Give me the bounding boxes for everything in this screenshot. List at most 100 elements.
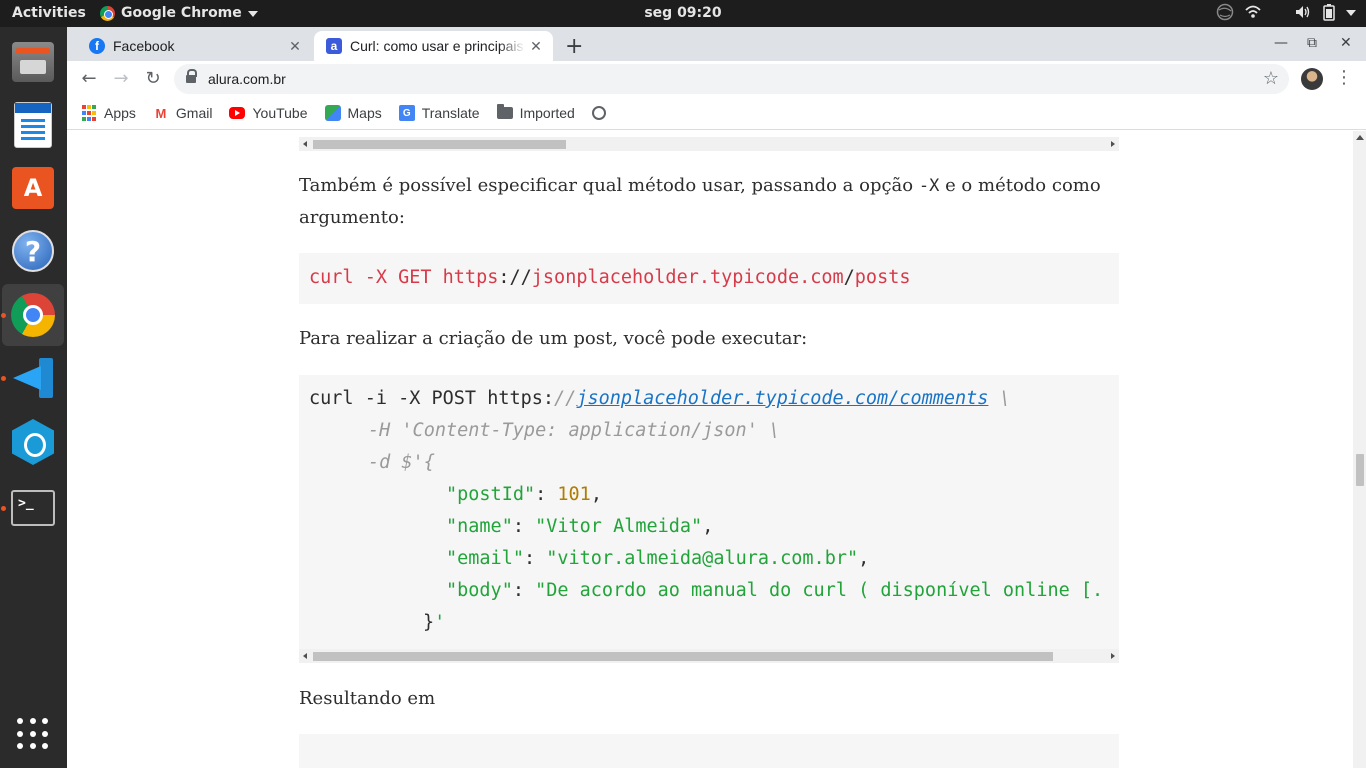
gmail-icon: M <box>155 105 167 121</box>
url-text[interactable]: alura.com.br <box>208 71 286 87</box>
maximize-button[interactable]: ⧉ <box>1307 35 1317 51</box>
volume-icon[interactable] <box>1294 3 1312 21</box>
dock-vscode[interactable] <box>2 347 64 409</box>
bookmark-label: Translate <box>421 105 480 121</box>
youtube-icon <box>229 107 246 119</box>
page-content[interactable]: Também é possível especificar qual métod… <box>67 131 1353 768</box>
folder-icon <box>496 104 513 119</box>
dock-help[interactable]: ? <box>2 220 64 282</box>
dock-software-center[interactable]: A <box>2 157 64 219</box>
app-menu-label: Google Chrome <box>121 5 242 21</box>
minimize-button[interactable]: — <box>1274 35 1288 51</box>
scrollbar-thumb[interactable] <box>313 140 566 149</box>
maps-icon <box>324 105 341 121</box>
dock-google-chrome[interactable] <box>2 284 64 346</box>
system-top-bar: Activities Google Chrome seg 09:20 <box>0 0 1366 27</box>
bookmark-apps[interactable]: Apps <box>81 105 136 121</box>
running-indicator <box>1 506 6 511</box>
code-line: "email": "vitor.almeida@alura.com.br", <box>446 548 870 569</box>
system-tray[interactable] <box>1216 3 1356 21</box>
close-tab-icon[interactable]: ✕ <box>525 38 547 55</box>
running-indicator <box>1 313 6 318</box>
bookmark-gmail[interactable]: M Gmail <box>153 105 213 121</box>
system-menu-caret-icon[interactable] <box>1346 10 1356 16</box>
paragraph-create-post: Para realizar a criação de um post, você… <box>299 328 808 349</box>
app-grid-icon <box>17 718 49 750</box>
tab-title: Curl: como usar e principais comandos <box>350 38 525 54</box>
chrome-icon <box>11 293 55 337</box>
new-tab-button[interactable]: + <box>565 34 583 59</box>
scroll-up-arrow-icon[interactable] <box>1356 135 1364 140</box>
chrome-menu-icon[interactable]: ⋮ <box>1335 67 1353 88</box>
code-line: "name": "Vitor Almeida", <box>446 516 714 537</box>
hex-app-icon <box>12 419 54 465</box>
scroll-left-arrow-icon[interactable] <box>303 141 307 147</box>
code-line: curl -i -X POST https://jsonplaceholder.… <box>309 388 1011 409</box>
dock-hex-app[interactable] <box>2 411 64 473</box>
scrollbar-thumb[interactable] <box>313 652 1053 661</box>
paragraph-result: Resultando em <box>299 688 436 709</box>
browser-toolbar: ← → ↻ alura.com.br ☆ ⋮ <box>67 61 1366 97</box>
paragraph-method-option: Também é possível especificar qual métod… <box>299 175 1101 228</box>
globe-icon <box>591 106 606 120</box>
reload-button[interactable]: ↻ <box>141 67 165 91</box>
address-bar[interactable]: alura.com.br ☆ <box>174 64 1289 94</box>
tab-title: Facebook <box>113 38 175 54</box>
lock-icon[interactable] <box>186 69 197 84</box>
code-horizontal-scrollbar[interactable] <box>299 137 1119 151</box>
code-horizontal-scrollbar[interactable] <box>299 649 1119 663</box>
chrome-icon <box>100 5 115 21</box>
tab-strip: f Facebook ✕ a Curl: como usar e princip… <box>67 27 1366 61</box>
page-vertical-scrollbar[interactable] <box>1353 131 1366 768</box>
code-block-result <box>299 734 1119 768</box>
dock-terminal[interactable]: >_ <box>2 477 64 539</box>
back-button[interactable]: ← <box>77 67 101 91</box>
dock: A ? >_ <box>0 27 67 768</box>
inline-code: -X <box>918 176 940 196</box>
bookmark-globe[interactable] <box>591 106 613 120</box>
help-icon: ? <box>12 230 54 272</box>
activities-button[interactable]: Activities <box>12 5 86 21</box>
code-block-get: curl -X GET https://jsonplaceholder.typi… <box>299 253 1119 304</box>
network-globe-icon[interactable] <box>1216 3 1234 21</box>
close-tab-icon[interactable]: ✕ <box>284 38 306 55</box>
bookmark-maps[interactable]: Maps <box>324 105 382 121</box>
code-line: "postId": 101, <box>446 484 602 505</box>
bookmark-translate[interactable]: G Translate <box>398 105 480 121</box>
show-applications-button[interactable] <box>2 703 64 765</box>
code-block-post: curl -i -X POST https://jsonplaceholder.… <box>299 375 1119 663</box>
bookmark-folder-imported[interactable]: Imported <box>496 104 575 121</box>
bookmarks-bar: Apps M Gmail YouTube Maps G Translate Im… <box>67 97 1366 130</box>
scroll-left-arrow-icon[interactable] <box>303 653 307 659</box>
terminal-icon: >_ <box>11 490 55 526</box>
battery-icon[interactable] <box>1322 3 1336 21</box>
forward-button[interactable]: → <box>109 67 133 91</box>
code-line: -H 'Content-Type: application/json' \ <box>368 420 781 441</box>
bookmark-youtube[interactable]: YouTube <box>229 105 308 121</box>
tab-curl-article[interactable]: a Curl: como usar e principais comandos … <box>314 31 553 61</box>
dock-files[interactable] <box>2 31 64 93</box>
scroll-right-arrow-icon[interactable] <box>1111 141 1115 147</box>
code-line: }' <box>423 612 446 633</box>
scrollbar-thumb[interactable] <box>1356 454 1364 486</box>
software-center-icon: A <box>12 167 54 209</box>
apps-grid-icon <box>81 105 97 121</box>
bookmark-label: Gmail <box>175 105 213 121</box>
bookmark-label: YouTube <box>252 105 308 121</box>
bookmark-label: Maps <box>347 105 382 121</box>
dock-libreoffice-writer[interactable] <box>2 94 64 156</box>
bookmark-star-icon[interactable]: ☆ <box>1263 68 1279 89</box>
close-window-button[interactable]: ✕ <box>1340 35 1352 51</box>
facebook-favicon-icon: f <box>89 38 105 54</box>
tab-facebook[interactable]: f Facebook ✕ <box>77 31 312 61</box>
code-link[interactable]: jsonplaceholder.typicode.com/comments <box>576 388 988 409</box>
code-line: curl -X GET https://jsonplaceholder.typi… <box>309 267 911 288</box>
scroll-right-arrow-icon[interactable] <box>1111 653 1115 659</box>
vscode-icon <box>11 356 55 400</box>
profile-avatar[interactable] <box>1301 68 1323 90</box>
wifi-icon[interactable] <box>1244 3 1284 21</box>
bookmark-label: Imported <box>519 105 575 121</box>
running-indicator <box>1 376 6 381</box>
app-menu[interactable]: Google Chrome <box>100 5 258 21</box>
code-line: -d $'{ <box>368 452 435 473</box>
